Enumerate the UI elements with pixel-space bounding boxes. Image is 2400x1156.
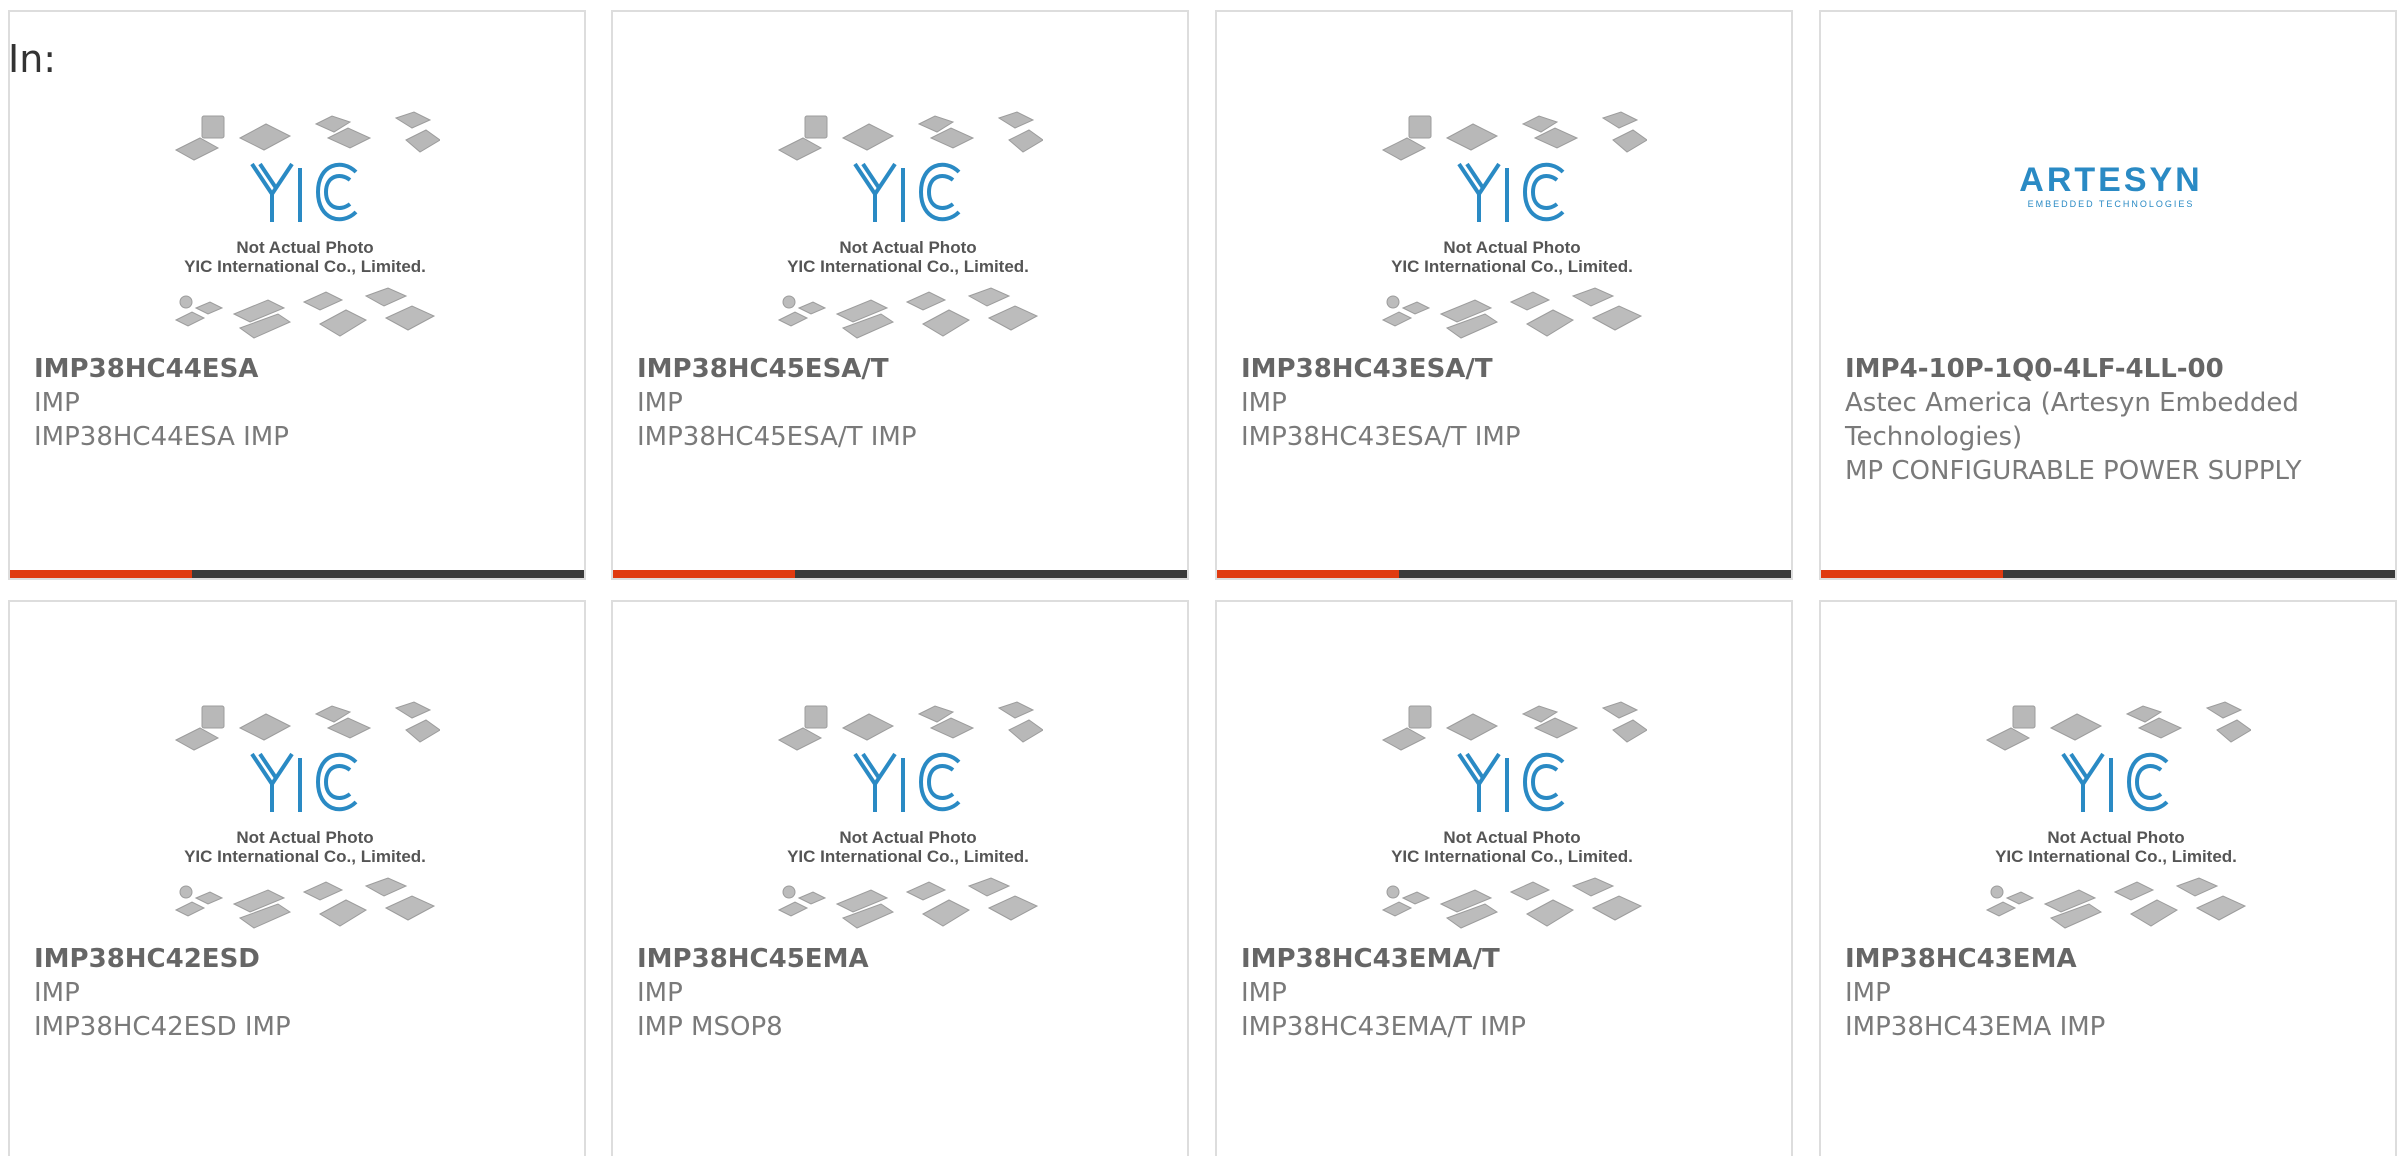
brand-name: ARTESYN — [2019, 161, 2202, 199]
product-info: IMP38HC42ESD IMP IMP38HC42ESD IMP — [34, 942, 564, 1044]
part-number-link[interactable]: IMP38HC44ESA — [34, 352, 564, 386]
part-number-link[interactable]: IMP38HC45EMA — [637, 942, 1167, 976]
placeholder-line2: YIC International Co., Limited. — [787, 847, 1029, 866]
product-photo-placeholder: Not Actual Photo YIC International Co., … — [1377, 692, 1648, 942]
placeholder-line1: Not Actual Photo — [236, 238, 373, 257]
product-photo-placeholder: Not Actual Photo YIC International Co., … — [170, 692, 441, 942]
placeholder-line2: YIC International Co., Limited. — [184, 257, 426, 276]
manufacturer: IMP — [637, 978, 683, 1008]
placeholder-line1: Not Actual Photo — [236, 828, 373, 847]
manufacturer: IMP — [637, 388, 683, 418]
placeholder-line2: YIC International Co., Limited. — [1995, 847, 2237, 866]
product-photo-placeholder: Not Actual Photo YIC International Co., … — [1981, 692, 2252, 942]
product-card[interactable]: Not Actual Photo YIC International Co., … — [8, 600, 586, 1156]
product-grid-page: In: Not Actual Photo YIC International C… — [0, 0, 2400, 1156]
product-photo-placeholder: Not Actual Photo YIC International Co., … — [773, 102, 1044, 352]
placeholder-line1: Not Actual Photo — [2047, 828, 2184, 847]
part-number-link[interactable]: IMP38HC43ESA/T — [1241, 352, 1771, 386]
manufacturer: IMP — [34, 388, 80, 418]
product-info: IMP38HC43EMA/T IMP IMP38HC43EMA/T IMP — [1241, 942, 1771, 1044]
manufacturer: IMP — [1845, 978, 1891, 1008]
part-number-link[interactable]: IMP38HC43EMA/T — [1241, 942, 1771, 976]
product-description: IMP38HC43EMA/T IMP — [1241, 1012, 1526, 1042]
part-number-link[interactable]: IMP38HC45ESA/T — [637, 352, 1167, 386]
manufacturer: Astec America (Artesyn Embedded Technolo… — [1845, 388, 2299, 452]
product-description: IMP38HC45ESA/T IMP — [637, 422, 917, 452]
card-accent-bar — [10, 570, 192, 578]
artesyn-logo: ARTESYN EMBEDDED TECHNOLOGIES — [1991, 157, 2231, 217]
card-bottom-bar — [1821, 570, 2395, 578]
product-card[interactable]: Not Actual Photo YIC International Co., … — [1819, 600, 2397, 1156]
product-photo-placeholder: Not Actual Photo YIC International Co., … — [1377, 102, 1648, 352]
product-info: IMP38HC45ESA/T IMP IMP38HC45ESA/T IMP — [637, 352, 1167, 454]
product-description: IMP38HC43ESA/T IMP — [1241, 422, 1521, 452]
product-card[interactable]: Not Actual Photo YIC International Co., … — [1215, 10, 1793, 580]
product-description: MP CONFIGURABLE POWER SUPPLY — [1845, 456, 2302, 486]
placeholder-line1: Not Actual Photo — [839, 238, 976, 257]
placeholder-line1: Not Actual Photo — [1443, 238, 1580, 257]
placeholder-line2: YIC International Co., Limited. — [1391, 847, 1633, 866]
manufacturer: IMP — [34, 978, 80, 1008]
card-bottom-bar — [10, 570, 584, 578]
manufacturer: IMP — [1241, 388, 1287, 418]
card-accent-bar — [1821, 570, 2003, 578]
product-card[interactable]: Not Actual Photo YIC International Co., … — [611, 10, 1189, 580]
placeholder-line2: YIC International Co., Limited. — [787, 257, 1029, 276]
product-description: IMP MSOP8 — [637, 1012, 783, 1042]
part-number-link[interactable]: IMP4-10P-1Q0-4LF-4LL-00 — [1845, 352, 2375, 386]
brand-tagline: EMBEDDED TECHNOLOGIES — [2028, 199, 2195, 209]
product-description: IMP38HC43EMA IMP — [1845, 1012, 2106, 1042]
product-card[interactable]: Not Actual Photo YIC International Co., … — [611, 600, 1189, 1156]
placeholder-line1: Not Actual Photo — [1443, 828, 1580, 847]
card-bottom-bar — [613, 570, 1187, 578]
manufacturer: IMP — [1241, 978, 1287, 1008]
placeholder-line2: YIC International Co., Limited. — [184, 847, 426, 866]
product-card[interactable]: Not Actual Photo YIC International Co., … — [8, 10, 586, 580]
product-description: IMP38HC44ESA IMP — [34, 422, 289, 452]
product-info: IMP38HC43EMA IMP IMP38HC43EMA IMP — [1845, 942, 2375, 1044]
card-accent-bar — [1217, 570, 1399, 578]
product-card[interactable]: Not Actual Photo YIC International Co., … — [1215, 600, 1793, 1156]
placeholder-line2: YIC International Co., Limited. — [1391, 257, 1633, 276]
product-card[interactable]: ARTESYN EMBEDDED TECHNOLOGIES IMP4-10P-1… — [1819, 10, 2397, 580]
product-info: IMP4-10P-1Q0-4LF-4LL-00 Astec America (Ar… — [1845, 352, 2375, 488]
product-description: IMP38HC42ESD IMP — [34, 1012, 291, 1042]
product-info: IMP38HC43ESA/T IMP IMP38HC43ESA/T IMP — [1241, 352, 1771, 454]
part-number-link[interactable]: IMP38HC43EMA — [1845, 942, 2375, 976]
product-info: IMP38HC44ESA IMP IMP38HC44ESA IMP — [34, 352, 564, 454]
product-photo-placeholder: Not Actual Photo YIC International Co., … — [773, 692, 1044, 942]
card-accent-bar — [613, 570, 795, 578]
part-number-link[interactable]: IMP38HC42ESD — [34, 942, 564, 976]
filter-in-label: In: — [8, 37, 57, 81]
card-bottom-bar — [1217, 570, 1791, 578]
placeholder-line1: Not Actual Photo — [839, 828, 976, 847]
product-photo-placeholder: Not Actual Photo YIC International Co., … — [170, 102, 441, 352]
product-info: IMP38HC45EMA IMP IMP MSOP8 — [637, 942, 1167, 1044]
